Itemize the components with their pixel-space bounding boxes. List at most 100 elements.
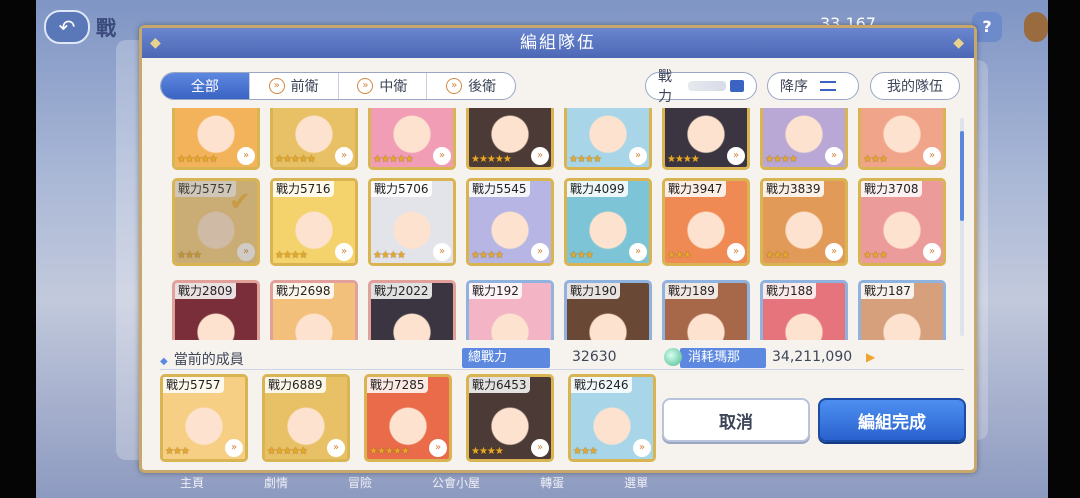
character-card[interactable]: 戰力189 bbox=[662, 280, 750, 340]
character-card[interactable]: 戰力5706 ★★★★ » bbox=[368, 178, 456, 266]
card-power: 戰力5757 bbox=[163, 377, 224, 393]
card-power: 戰力2809 bbox=[175, 283, 236, 299]
card-power: 戰力192 bbox=[469, 283, 522, 299]
character-card[interactable]: 戰力3839 ★★★ » bbox=[760, 178, 848, 266]
star-rating: ★★★★ bbox=[569, 154, 602, 165]
character-card[interactable]: 戰力2022 bbox=[368, 280, 456, 340]
character-card[interactable]: 戰力192 bbox=[466, 280, 554, 340]
character-card[interactable]: ★★★★★ » bbox=[466, 108, 554, 170]
character-card[interactable]: 戰力3708 ★★★ » bbox=[858, 178, 946, 266]
star-rating: ★★★★ bbox=[765, 154, 798, 165]
current-members: 戰力5757 ★★★» 戰力6889 ★★★★★» 戰力7285 ★★★★★» 戰力6453… bbox=[160, 374, 660, 464]
member-card[interactable]: 戰力7285 ★★★★★ » bbox=[364, 374, 452, 462]
character-card[interactable]: 戰力187 bbox=[858, 280, 946, 340]
tab-front-label: 前衛 bbox=[290, 79, 319, 95]
tab-middle[interactable]: » 中衛 bbox=[339, 73, 428, 99]
star-rating: ★★★ bbox=[177, 250, 202, 261]
nav-adventure[interactable]: 冒險 bbox=[348, 474, 372, 498]
card-power: 戰力5706 bbox=[371, 181, 432, 197]
star-rating: ★★★★★ bbox=[267, 446, 308, 457]
middle-arrow-icon: » bbox=[357, 78, 374, 94]
confirm-team-button[interactable]: 編組完成 bbox=[818, 398, 966, 442]
card-power: 戰力5757 bbox=[175, 181, 236, 197]
tab-back[interactable]: » 後衛 bbox=[427, 73, 515, 99]
star-rating: ★★★ bbox=[569, 250, 594, 261]
character-card[interactable]: 戰力4099 ★★★ » bbox=[564, 178, 652, 266]
member-card[interactable]: 戰力6246 ★★★ » bbox=[568, 374, 656, 462]
power-filter-placeholder bbox=[688, 81, 727, 91]
star-rating: ★★★★★ bbox=[369, 446, 410, 457]
role-icon: » bbox=[433, 147, 451, 165]
copy-icon bbox=[730, 80, 744, 92]
back-button[interactable]: ↶ bbox=[44, 10, 90, 44]
character-card[interactable]: ★★★★★ » bbox=[172, 108, 260, 170]
character-card[interactable]: 戰力2809 bbox=[172, 280, 260, 340]
star-rating: ★★★★ bbox=[471, 250, 504, 261]
menu-icon[interactable] bbox=[1024, 12, 1048, 42]
role-icon: » bbox=[629, 147, 647, 165]
role-icon: » bbox=[727, 147, 745, 165]
role-icon: » bbox=[327, 439, 345, 457]
grid-scrollbar[interactable] bbox=[960, 118, 964, 336]
character-card[interactable]: 戰力190 bbox=[564, 280, 652, 340]
tab-all[interactable]: 全部 bbox=[161, 73, 250, 99]
tab-front[interactable]: » 前衛 bbox=[250, 73, 339, 99]
character-portrait bbox=[175, 181, 257, 263]
nav-guild[interactable]: 公會小屋 bbox=[432, 474, 480, 498]
role-filter-tabs: 全部 » 前衛 » 中衛 » 後衛 bbox=[160, 72, 516, 100]
card-power: 戰力6453 bbox=[469, 377, 530, 393]
nav-story[interactable]: 劇情 bbox=[264, 474, 288, 498]
star-rating: ★★★★★ bbox=[471, 154, 512, 165]
sort-label: 降序 bbox=[780, 79, 808, 95]
star-rating: ★★★ bbox=[165, 446, 190, 457]
current-members-label: 當前的成員 bbox=[173, 352, 244, 368]
character-card[interactable]: 戰力5716 ★★★★ » bbox=[270, 178, 358, 266]
game-screen: ↶ 戰 33,167 ? 主頁 劇情 冒險 公會小屋 轉蛋 選單 編組隊伍 全部… bbox=[0, 0, 1080, 498]
member-card[interactable]: 戰力6889 ★★★★★ » bbox=[262, 374, 350, 462]
role-icon: » bbox=[633, 439, 651, 457]
character-card[interactable]: ★★★★ » bbox=[760, 108, 848, 170]
cancel-button[interactable]: 取消 bbox=[662, 398, 810, 442]
mana-cost-value: 34,211,090 bbox=[772, 349, 853, 365]
my-team-button[interactable]: 我的隊伍 bbox=[870, 72, 960, 100]
card-power: 戰力2022 bbox=[371, 283, 432, 299]
tab-back-label: 後衛 bbox=[468, 79, 497, 95]
card-power: 戰力3947 bbox=[665, 181, 726, 197]
character-card[interactable]: ★★★★ » bbox=[564, 108, 652, 170]
scroll-thumb[interactable] bbox=[960, 131, 964, 221]
card-power: 戰力189 bbox=[665, 283, 718, 299]
star-rating: ★★★★ bbox=[667, 154, 700, 165]
mana-icon bbox=[664, 348, 682, 366]
dialog-title: 編組隊伍 bbox=[142, 28, 974, 58]
power-filter-button[interactable]: 戰力 bbox=[645, 69, 757, 105]
role-icon: » bbox=[429, 439, 447, 457]
nav-home[interactable]: 主頁 bbox=[180, 474, 204, 498]
role-icon: » bbox=[237, 147, 255, 165]
character-card[interactable]: ★★★★★ » bbox=[368, 108, 456, 170]
character-card[interactable]: 戰力5545 ★★★★ » bbox=[466, 178, 554, 266]
card-power: 戰力187 bbox=[861, 283, 914, 299]
character-card[interactable]: ★★★ » bbox=[858, 108, 946, 170]
character-card[interactable]: ★★★★ » bbox=[662, 108, 750, 170]
member-card[interactable]: 戰力5757 ★★★ » bbox=[160, 374, 248, 462]
diamond-icon: ◆ bbox=[160, 356, 168, 367]
character-card[interactable]: ★★★★★ » bbox=[270, 108, 358, 170]
sort-button[interactable]: 降序 bbox=[767, 72, 859, 100]
back-arrow-icon: » bbox=[446, 78, 463, 94]
character-card[interactable]: 戰力3947 ★★★ » bbox=[662, 178, 750, 266]
card-power: 戰力6889 bbox=[265, 377, 326, 393]
checkmark-icon: ✔ bbox=[229, 187, 251, 217]
team-edit-dialog: 編組隊伍 全部 » 前衛 » 中衛 » 後衛 戰力 降序 bbox=[139, 25, 977, 473]
character-card[interactable]: 戰力5757 ★★★ » ✔ bbox=[172, 178, 260, 266]
member-card[interactable]: 戰力6453 ★★★★ » bbox=[466, 374, 554, 462]
card-power: 戰力7285 bbox=[367, 377, 428, 393]
character-card[interactable]: 戰力2698 bbox=[270, 280, 358, 340]
role-icon: » bbox=[531, 439, 549, 457]
star-rating: ★★★★ bbox=[275, 250, 308, 261]
nav-gacha[interactable]: 轉蛋 bbox=[540, 474, 564, 498]
role-icon: » bbox=[825, 147, 843, 165]
card-power: 戰力4099 bbox=[567, 181, 628, 197]
card-power: 戰力190 bbox=[567, 283, 620, 299]
character-card[interactable]: 戰力188 bbox=[760, 280, 848, 340]
nav-menu[interactable]: 選單 bbox=[624, 474, 648, 498]
